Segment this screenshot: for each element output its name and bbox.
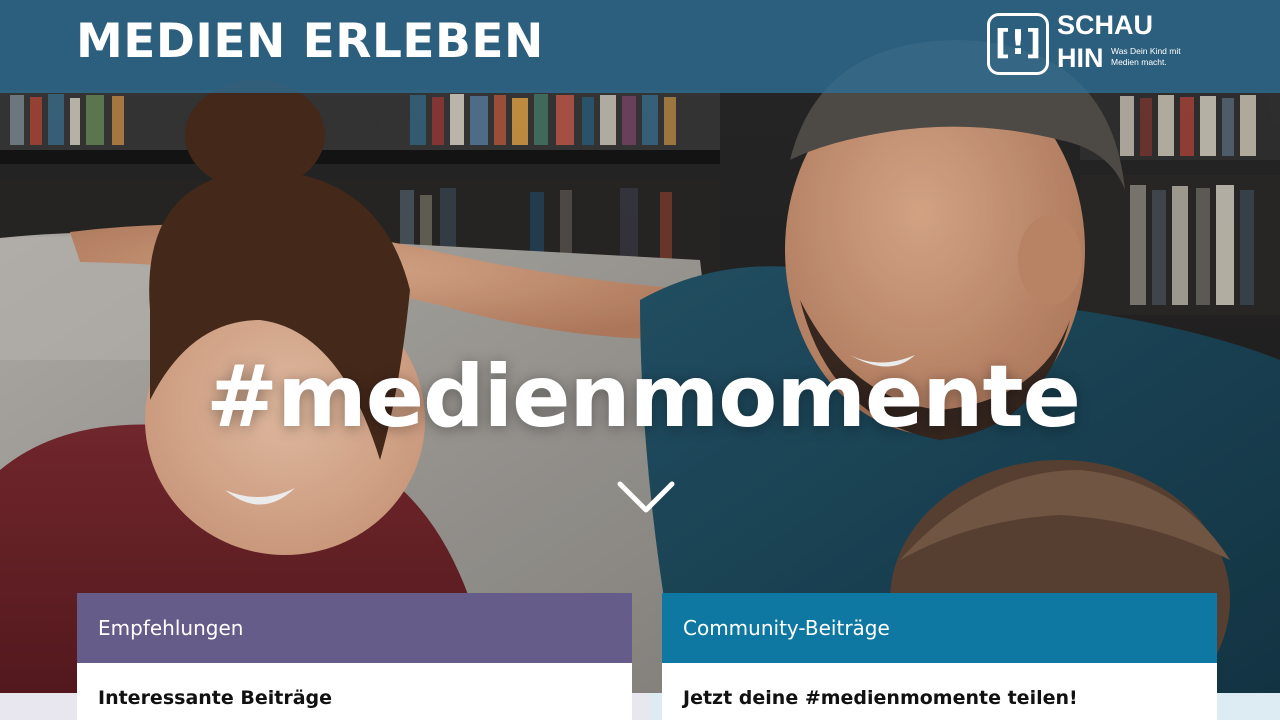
logo-word-line2: HIN <box>1057 43 1104 73</box>
site-title[interactable]: MEDIEN ERLEBEN <box>76 14 544 70</box>
card-empfehlungen-subtitle[interactable]: Interessante Beiträge <box>98 685 611 711</box>
card-empfehlungen-header[interactable]: Empfehlungen <box>77 593 632 663</box>
logo-mark: [!] <box>994 23 1042 63</box>
card-empfehlungen-body: Interessante Beiträge <box>77 663 632 711</box>
card-community-body: Jetzt deine #medienmomente teilen! <box>662 663 1217 711</box>
card-community-header[interactable]: Community-Beiträge <box>662 593 1217 663</box>
card-community: Community-Beiträge Jetzt deine #medienmo… <box>662 593 1217 720</box>
card-empfehlungen: Empfehlungen Interessante Beiträge <box>77 593 632 720</box>
card-community-subtitle[interactable]: Jetzt deine #medienmomente teilen! <box>683 685 1196 711</box>
site-header: MEDIEN ERLEBEN [!] SCHAU HIN Was Dein Ki… <box>0 0 1280 93</box>
chevron-down-icon-svg <box>617 481 675 513</box>
schau-hin-logo[interactable]: [!] SCHAU HIN Was Dein Kind mit Medien m… <box>987 10 1187 78</box>
logo-word-line1: SCHAU <box>1057 10 1154 40</box>
hero-hashtag: #medienmomente <box>206 347 1081 447</box>
chevron-down-icon[interactable] <box>616 478 676 518</box>
logo-tagline: Was Dein Kind mit Medien macht. <box>1111 46 1181 67</box>
